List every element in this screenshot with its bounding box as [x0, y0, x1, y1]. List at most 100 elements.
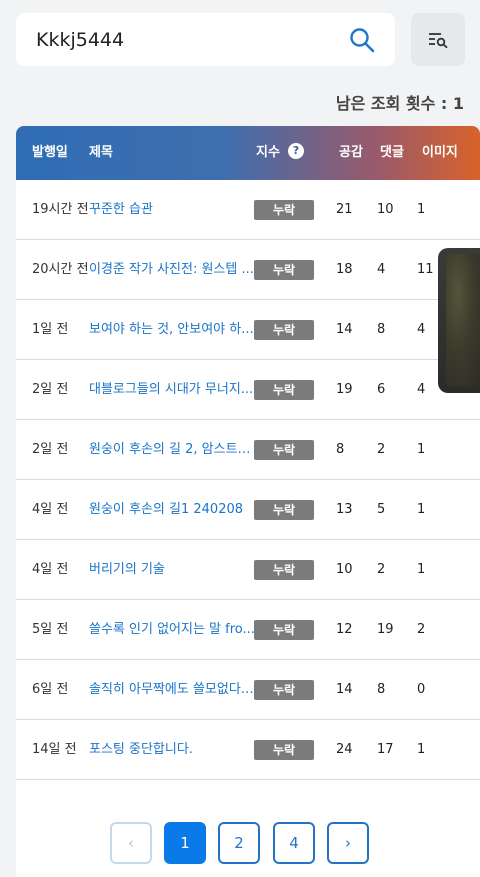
table-row: 4일 전 버리기의 기술 누락 10 2 1 [16, 540, 480, 600]
header-date: 발행일 [32, 145, 68, 160]
post-title-link[interactable]: 버리기의 기술 [89, 540, 257, 600]
status-badge: 누락 [254, 319, 314, 340]
index-cell: 누락 [254, 720, 314, 780]
search-icon [350, 28, 375, 53]
post-date: 14일 전 [32, 742, 77, 757]
post-title-link[interactable]: 솔직히 아무짝에도 쓸모없다.... [89, 660, 257, 720]
comments-count: 10 [377, 202, 394, 217]
post-date: 5일 전 [32, 622, 69, 637]
post-title-link[interactable]: 원숭이 후손의 길1 240208 [89, 480, 257, 540]
search-button[interactable] [347, 25, 377, 55]
images-count: 11 [417, 262, 434, 277]
pagination-prev[interactable]: ‹ [110, 822, 152, 864]
likes-count: 14 [336, 682, 353, 697]
pagination-page-1[interactable]: 1 [164, 822, 206, 864]
post-title-link[interactable]: 꾸준한 습관 [89, 180, 257, 240]
likes-count: 24 [336, 742, 353, 757]
thumbnail-image [446, 254, 480, 387]
status-badge: 누락 [254, 439, 314, 460]
post-date: 6일 전 [32, 682, 69, 697]
post-date: 2일 전 [32, 382, 69, 397]
status-badge: 누락 [254, 679, 314, 700]
comments-count: 4 [377, 262, 386, 277]
header-index-label: 지수 [256, 145, 280, 160]
header-images: 이미지 [422, 145, 458, 160]
search-input[interactable] [36, 13, 336, 66]
post-title-link[interactable]: 원숭이 후손의 길 2, 암스트롱... [89, 420, 257, 480]
table-row: 2일 전 원숭이 후손의 길 2, 암스트롱... 누락 8 2 1 [16, 420, 480, 480]
comments-count: 2 [377, 562, 386, 577]
post-title-link[interactable]: 이경준 작가 사진전: 원스텝 ... [89, 240, 257, 300]
table-row: 14일 전 포스팅 중단합니다. 누락 24 17 1 [16, 720, 480, 780]
index-cell: 누락 [254, 360, 314, 420]
table-row: 20시간 전 이경준 작가 사진전: 원스텝 ... 누락 18 4 11 [16, 240, 480, 300]
likes-count: 21 [336, 202, 353, 217]
comments-count: 2 [377, 442, 386, 457]
index-cell: 누락 [254, 300, 314, 360]
comments-count: 8 [377, 682, 386, 697]
post-title-link[interactable]: 포스팅 중단합니다. [89, 720, 257, 780]
pagination-page-4[interactable]: 4 [273, 822, 315, 864]
table-row: 2일 전 대블로그들의 시대가 무너지... 누락 19 6 4 [16, 360, 480, 420]
header-comments: 댓글 [380, 145, 404, 160]
comments-count: 6 [377, 382, 386, 397]
floating-thumbnail[interactable] [438, 248, 480, 393]
header-index: 지수? [256, 126, 304, 180]
status-badge: 누락 [254, 739, 314, 760]
images-count: 1 [417, 562, 426, 577]
likes-count: 8 [336, 442, 345, 457]
index-cell: 누락 [254, 420, 314, 480]
comments-count: 17 [377, 742, 394, 757]
post-table: 발행일 제목 지수? 공감 댓글 이미지 19시간 전 꾸준한 습관 누락 21 10 1… [16, 126, 480, 877]
search-filter-button[interactable] [411, 13, 465, 66]
status-badge: 누락 [254, 379, 314, 400]
post-date: 4일 전 [32, 502, 69, 517]
images-count: 4 [417, 382, 426, 397]
search-bar [16, 13, 395, 66]
post-date: 2일 전 [32, 442, 69, 457]
post-title-link[interactable]: 대블로그들의 시대가 무너지... [89, 360, 257, 420]
images-count: 1 [417, 202, 426, 217]
index-cell: 누락 [254, 600, 314, 660]
table-row: 19시간 전 꾸준한 습관 누락 21 10 1 [16, 180, 480, 240]
index-cell: 누락 [254, 240, 314, 300]
likes-count: 19 [336, 382, 353, 397]
likes-count: 14 [336, 322, 353, 337]
comments-count: 19 [377, 622, 394, 637]
post-date: 4일 전 [32, 562, 69, 577]
comments-count: 8 [377, 322, 386, 337]
images-count: 1 [417, 442, 426, 457]
help-icon[interactable]: ? [287, 142, 304, 159]
status-badge: 누락 [254, 559, 314, 580]
table-row: 1일 전 보여야 하는 것, 안보여야 하... 누락 14 8 4 [16, 300, 480, 360]
index-cell: 누락 [254, 480, 314, 540]
status-badge: 누락 [254, 499, 314, 520]
status-badge: 누락 [254, 619, 314, 640]
remaining-count: 남은 조회 횟수 : 1 [335, 94, 464, 113]
index-cell: 누락 [254, 540, 314, 600]
images-count: 2 [417, 622, 426, 637]
likes-count: 10 [336, 562, 353, 577]
post-date: 20시간 전 [32, 262, 89, 277]
pagination-page-2[interactable]: 2 [218, 822, 260, 864]
table-header: 발행일 제목 지수? 공감 댓글 이미지 [16, 126, 480, 180]
status-badge: 누락 [254, 199, 314, 220]
index-cell: 누락 [254, 660, 314, 720]
post-date: 19시간 전 [32, 202, 89, 217]
likes-count: 12 [336, 622, 353, 637]
post-date: 1일 전 [32, 322, 69, 337]
table-row: 6일 전 솔직히 아무짝에도 쓸모없다.... 누락 14 8 0 [16, 660, 480, 720]
index-cell: 누락 [254, 180, 314, 240]
likes-count: 18 [336, 262, 353, 277]
post-title-link[interactable]: 보여야 하는 것, 안보여야 하... [89, 300, 257, 360]
header-title: 제목 [89, 145, 113, 160]
images-count: 0 [417, 682, 426, 697]
images-count: 1 [417, 742, 426, 757]
images-count: 1 [417, 502, 426, 517]
pagination-next[interactable]: › [327, 822, 369, 864]
images-count: 4 [417, 322, 426, 337]
list-search-icon [429, 32, 448, 48]
post-title-link[interactable]: 쓸수록 인기 없어지는 말 fro... [89, 600, 257, 660]
header-likes: 공감 [339, 145, 363, 160]
likes-count: 13 [336, 502, 353, 517]
